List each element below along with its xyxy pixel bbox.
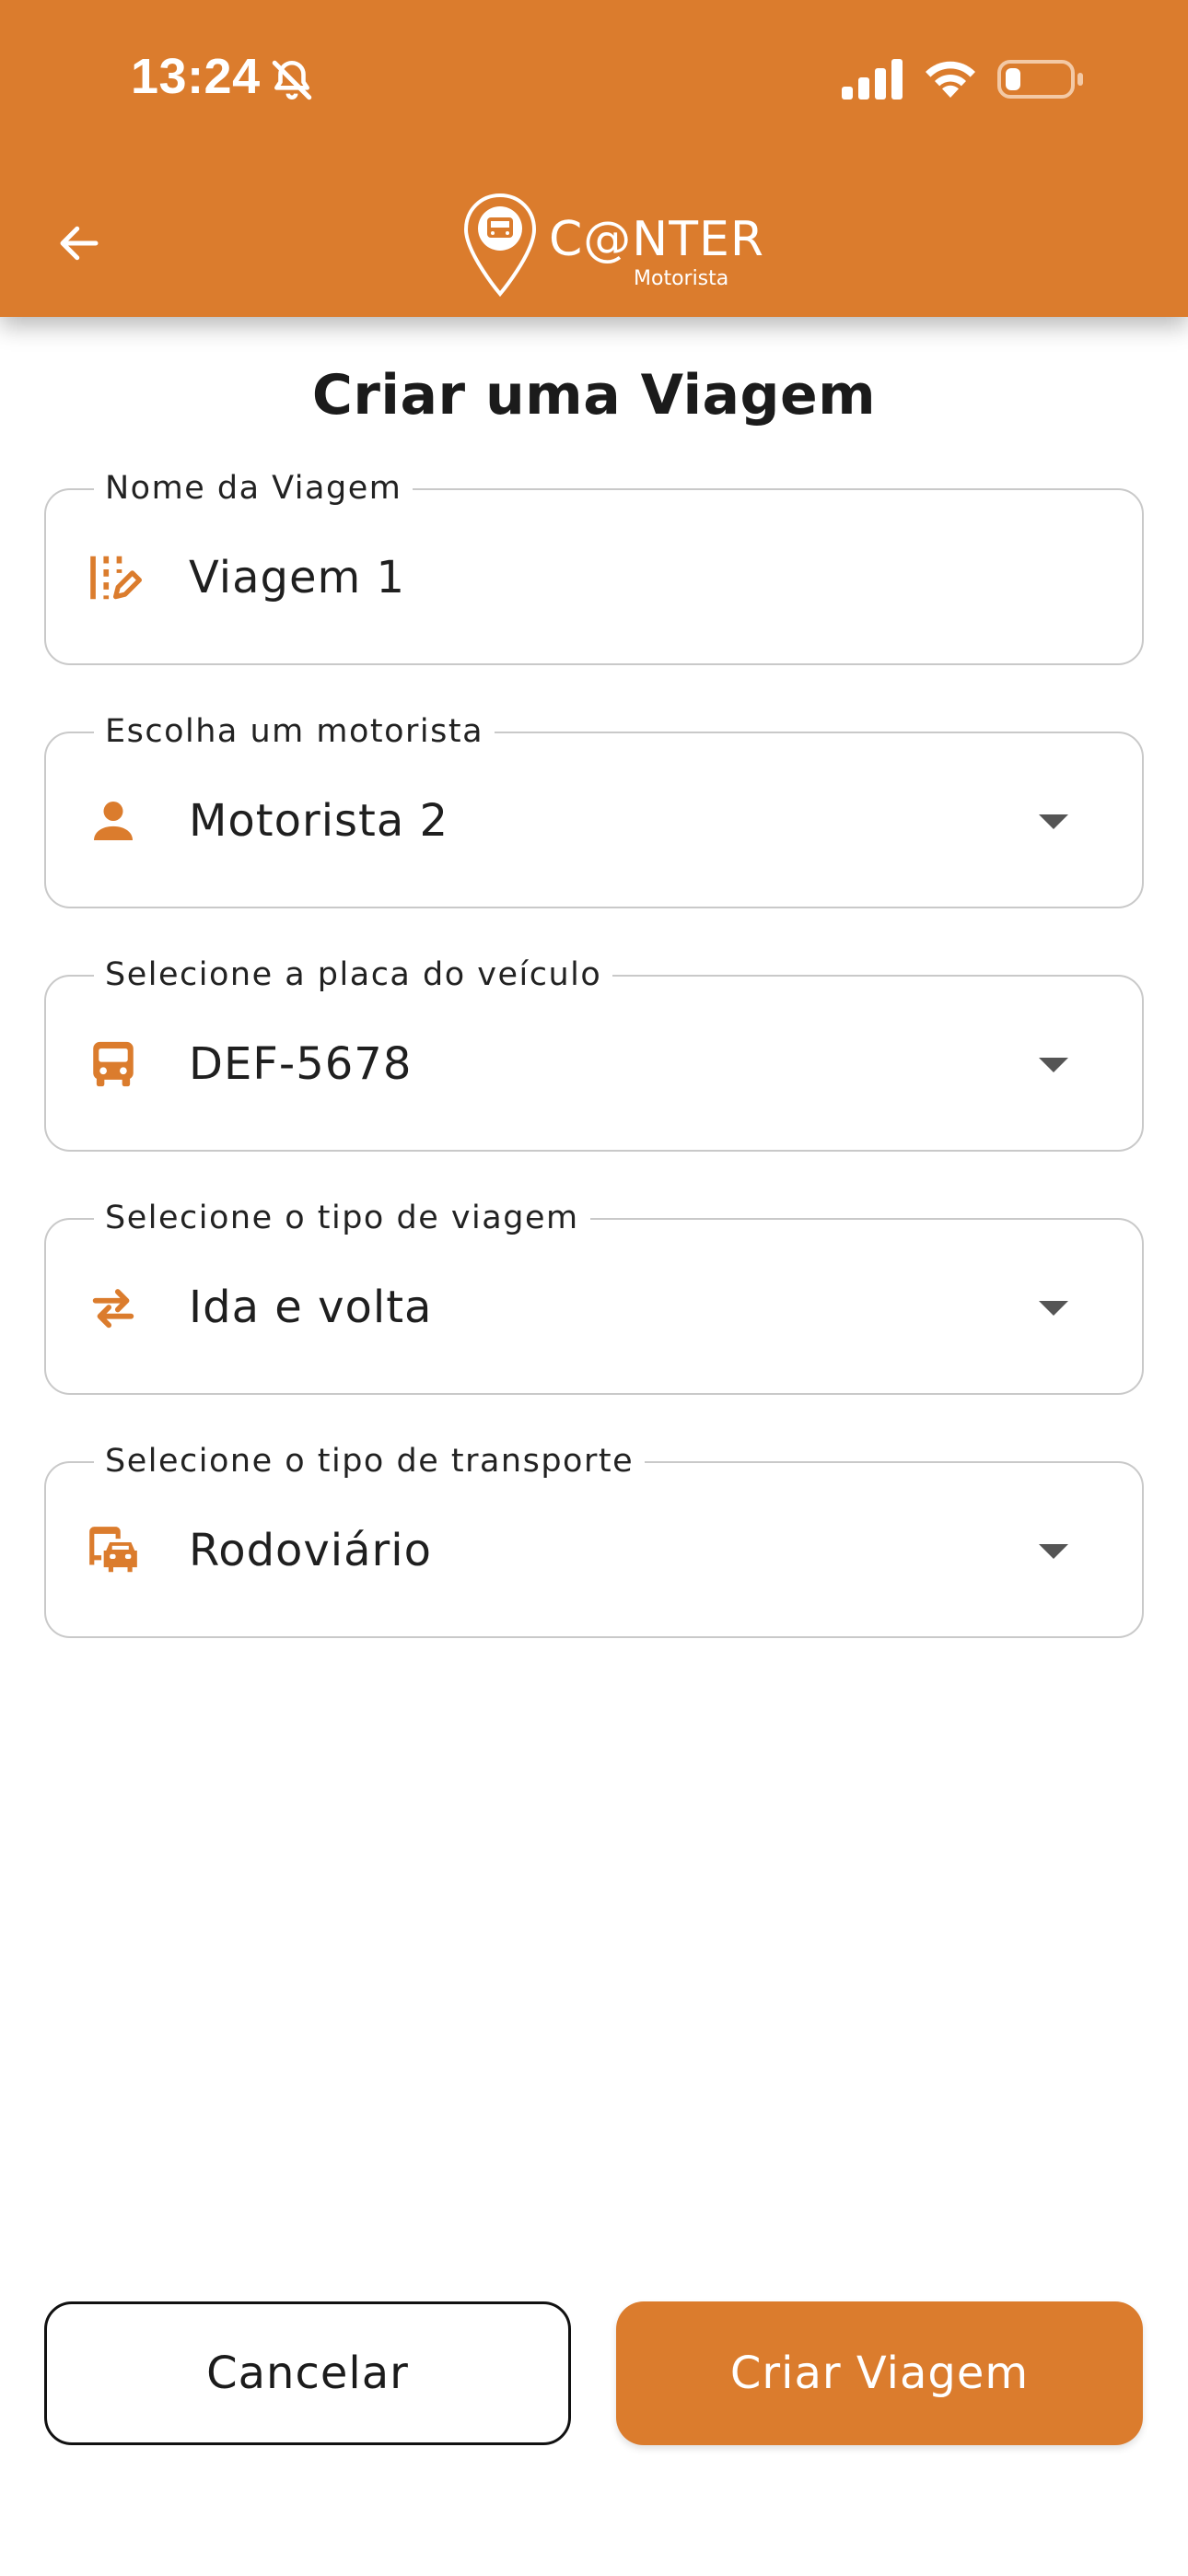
app-header: 13:24 C@NTER Motorista xyxy=(0,0,1188,317)
arrow-left-icon xyxy=(60,226,99,261)
trip-type-select[interactable]: Selecione o tipo de viagem Ida e volta xyxy=(44,1198,1144,1395)
transport-type-select[interactable]: Selecione o tipo de transporte Rodoviári… xyxy=(44,1441,1144,1638)
trip-name-label: Nome da Viagem xyxy=(94,468,413,509)
cancel-button[interactable]: Cancelar xyxy=(44,2301,571,2445)
trip-type-label: Selecione o tipo de viagem xyxy=(94,1198,590,1238)
transport-type-value: Rodoviário xyxy=(189,1525,432,1576)
status-time: 13:24 xyxy=(131,49,261,104)
app-logo: C@NTER Motorista xyxy=(460,192,763,302)
chevron-down-icon[interactable] xyxy=(1039,1058,1068,1072)
swap-arrows-icon xyxy=(85,1279,142,1336)
trip-name-input[interactable]: Viagem 1 xyxy=(189,549,405,606)
vehicle-plate-value: DEF-5678 xyxy=(189,1038,413,1090)
logo-subtitle: Motorista xyxy=(634,267,729,290)
chevron-down-icon[interactable] xyxy=(1039,814,1068,829)
driver-value: Motorista 2 xyxy=(189,795,449,847)
bus-car-icon xyxy=(85,1522,142,1579)
bus-icon xyxy=(85,1036,142,1093)
logo-name: C@NTER xyxy=(549,212,764,267)
trip-type-value: Ida e volta xyxy=(189,1282,433,1333)
battery-icon xyxy=(997,60,1083,99)
transport-type-label: Selecione o tipo de transporte xyxy=(94,1441,646,1481)
location-pin-icon xyxy=(463,193,537,298)
driver-label: Escolha um motorista xyxy=(94,711,495,752)
edit-note-icon xyxy=(85,549,142,606)
cellular-signal-icon xyxy=(842,59,903,100)
vehicle-plate-select[interactable]: Selecione a placa do veículo DEF-5678 xyxy=(44,954,1144,1152)
chevron-down-icon[interactable] xyxy=(1039,1301,1068,1316)
person-icon xyxy=(85,792,142,849)
page-title: Criar uma Viagem xyxy=(311,363,877,427)
driver-select[interactable]: Escolha um motorista Motorista 2 xyxy=(44,711,1144,908)
wifi-icon xyxy=(926,61,975,98)
trip-name-field[interactable]: Nome da Viagem Viagem 1 xyxy=(44,468,1144,665)
create-trip-button[interactable]: Criar Viagem xyxy=(616,2301,1143,2445)
chevron-down-icon[interactable] xyxy=(1039,1544,1068,1559)
vehicle-plate-label: Selecione a placa do veículo xyxy=(94,954,613,995)
bell-slash-icon xyxy=(272,60,312,100)
back-button[interactable] xyxy=(39,203,120,284)
